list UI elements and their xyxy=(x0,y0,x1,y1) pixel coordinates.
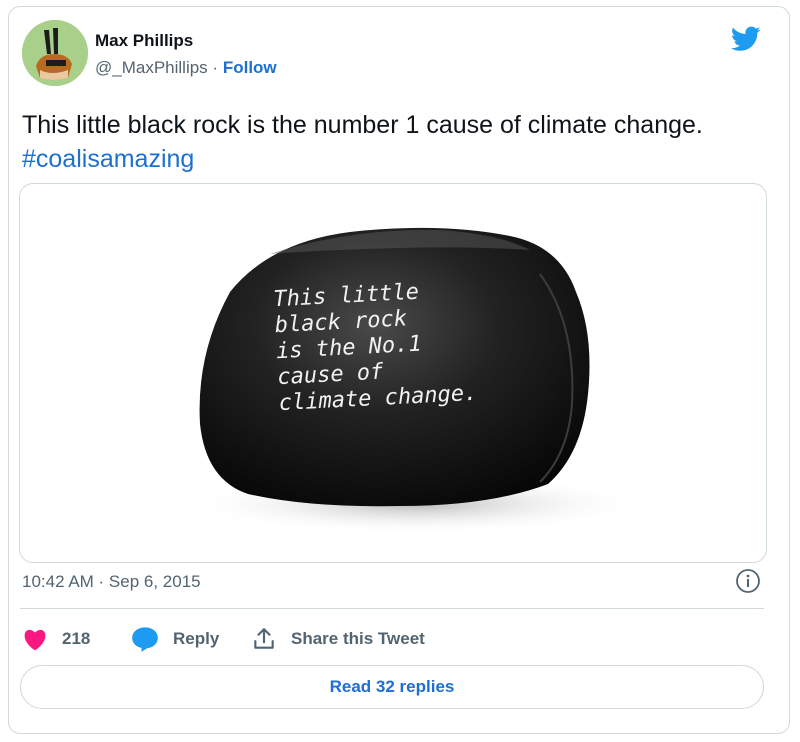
author-handle-line: @_MaxPhillips · Follow xyxy=(95,58,277,78)
avatar[interactable] xyxy=(22,20,88,86)
reply-button[interactable]: Reply xyxy=(131,624,219,654)
info-icon[interactable] xyxy=(735,568,761,594)
read-replies-button[interactable]: Read 32 replies xyxy=(20,665,764,709)
share-label: Share this Tweet xyxy=(291,629,425,648)
like-count: 218 xyxy=(62,629,91,648)
like-button[interactable]: 218 xyxy=(22,624,90,654)
separator-dot: · xyxy=(212,58,219,77)
rock-caption: This little black rock is the No.1 cause… xyxy=(272,279,478,417)
hashtag-link[interactable]: #coalisamazing xyxy=(22,145,194,173)
tweet-media[interactable]: This little black rock is the No.1 cause… xyxy=(19,183,767,563)
share-button[interactable]: Share this Tweet xyxy=(251,624,425,654)
read-replies-label: Read 32 replies xyxy=(329,677,455,696)
tweet-text: This little black rock is the number 1 c… xyxy=(22,108,762,176)
divider xyxy=(20,608,764,609)
share-icon xyxy=(254,628,274,649)
heart-icon xyxy=(24,629,46,651)
follow-link[interactable]: Follow xyxy=(223,58,277,77)
author-name[interactable]: Max Phillips xyxy=(95,31,193,51)
avatar-image xyxy=(22,20,88,86)
reply-bubble-icon xyxy=(132,627,158,652)
tweet-body: This little black rock is the number 1 c… xyxy=(22,111,703,139)
author-handle[interactable]: @_MaxPhillips xyxy=(95,58,208,77)
tweet-timestamp[interactable]: 10:42 AM · Sep 6, 2015 xyxy=(22,572,201,592)
twitter-bird-icon[interactable] xyxy=(731,26,761,52)
reply-label: Reply xyxy=(173,629,220,648)
